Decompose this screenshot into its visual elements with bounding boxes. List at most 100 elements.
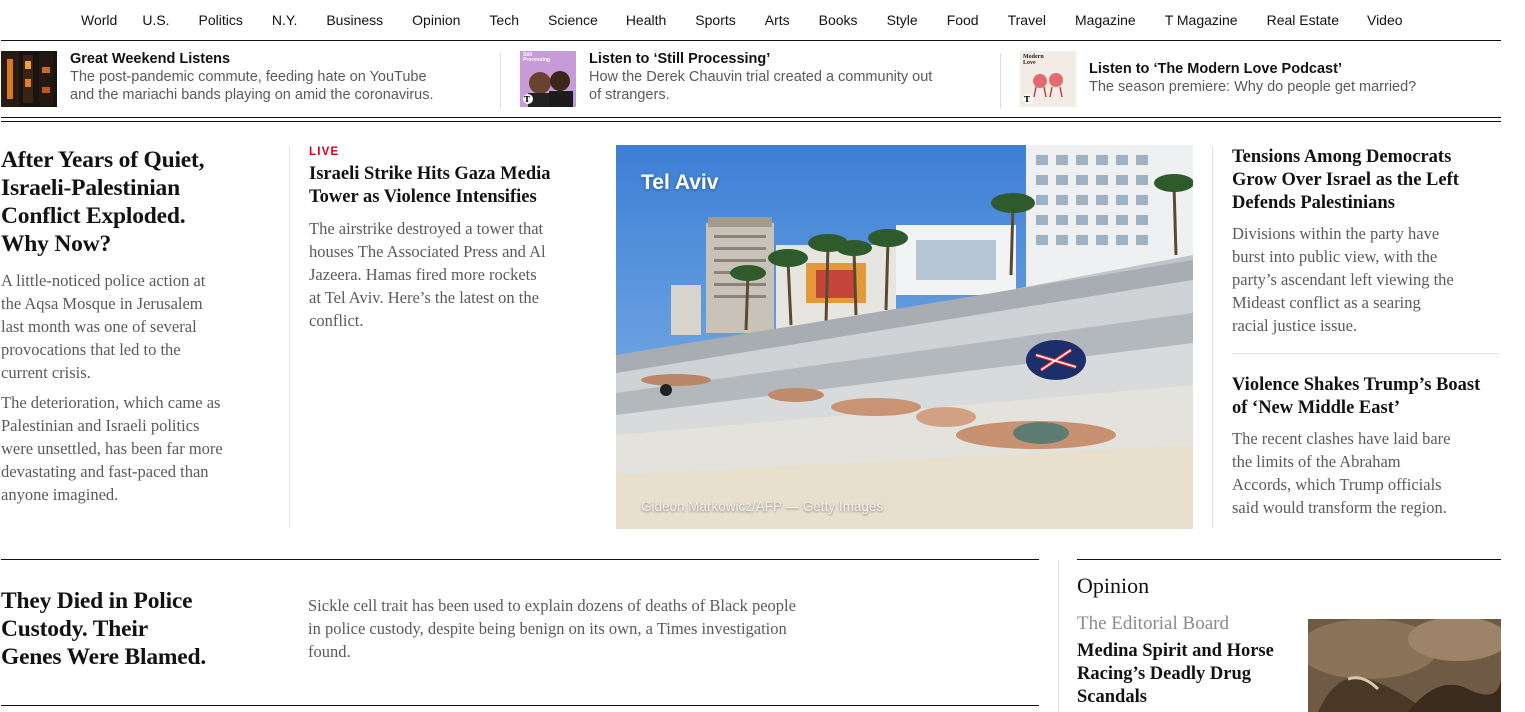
nav-item-health[interactable]: Health bbox=[626, 12, 666, 28]
podcast-desc-line: The post-pandemic commute, feeding hate … bbox=[70, 69, 427, 85]
lead-summary-line: were unsettled, has been far more bbox=[1, 439, 223, 458]
nav-item-travel[interactable]: Travel bbox=[1008, 12, 1046, 28]
live-summary: The airstrike destroyed a tower that hou… bbox=[309, 217, 604, 332]
lead-summary-line: A little-noticed police action at bbox=[1, 271, 206, 290]
opinion-thumbnail[interactable] bbox=[1308, 619, 1501, 712]
live-summary-line: The airstrike destroyed a tower that bbox=[309, 219, 544, 238]
right-summary-line: the limits of the Abraham bbox=[1232, 452, 1401, 471]
podcast-desc-line: How the Derek Chauvin trial created a co… bbox=[589, 69, 933, 85]
live-story[interactable]: LIVE Israeli Strike Hits Gaza Media Towe… bbox=[309, 146, 604, 332]
right-summary-line: Mideast conflict as a searing bbox=[1232, 293, 1421, 312]
right-headline-line: Violence Shakes Trump’s Boast bbox=[1232, 375, 1481, 395]
live-summary-line: at Tel Aviv. Here’s the latest on the bbox=[309, 288, 539, 307]
podcast-title: Listen to ‘Still Processing’ bbox=[589, 51, 771, 67]
right-headline[interactable]: Tensions Among Democrats Grow Over Israe… bbox=[1232, 146, 1504, 215]
right-headline-line: Defends Palestinians bbox=[1232, 193, 1395, 213]
second-summary-line: found. bbox=[308, 642, 351, 661]
still-processing-thumbnail: T Still Processing bbox=[520, 51, 576, 107]
opinion-heading[interactable]: Opinion bbox=[1077, 573, 1507, 599]
live-headline[interactable]: Israeli Strike Hits Gaza Media Tower as … bbox=[309, 163, 604, 209]
lead-headline-line: Israeli-Palestinian bbox=[1, 175, 180, 201]
podcast-desc-line: The season premiere: Why do people get m… bbox=[1089, 79, 1417, 95]
second-summary-line: Sickle cell trait has been used to expla… bbox=[308, 596, 796, 615]
lead-summary-line: provocations that led to the bbox=[1, 340, 181, 359]
still-processing-thumb-text: Still Processing bbox=[523, 52, 550, 63]
section-nav-list: World U.S. Politics N.Y. Business Opinio… bbox=[81, 12, 1403, 28]
section-rule bbox=[1, 705, 1039, 706]
nav-item-tech[interactable]: Tech bbox=[489, 12, 519, 28]
lead-summary-line: Palestinian and Israeli politics bbox=[1, 416, 200, 435]
nav-item-food[interactable]: Food bbox=[947, 12, 979, 28]
right-summary-line: burst into public view, with the bbox=[1232, 247, 1438, 266]
opinion-headline-line: Medina Spirit and Horse bbox=[1077, 641, 1274, 661]
podcast-divider bbox=[500, 53, 501, 109]
podcast-text: Listen to ‘Still Processing’ How the Der… bbox=[589, 51, 932, 104]
opinion-headline[interactable]: Medina Spirit and Horse Racing’s Deadly … bbox=[1077, 640, 1302, 709]
lead-summary-line: current crisis. bbox=[1, 363, 91, 382]
podcast-text: Great Weekend Listens The post-pandemic … bbox=[70, 51, 434, 104]
right-headline-line: Tensions Among Democrats bbox=[1232, 147, 1452, 167]
nav-item-sports[interactable]: Sports bbox=[695, 12, 735, 28]
lead-summary-line: the Aqsa Mosque in Jerusalem bbox=[1, 294, 203, 313]
podcast-desc-line: and the mariachi bands playing on amid t… bbox=[70, 87, 434, 103]
lead-summary-line: last month was one of several bbox=[1, 317, 197, 336]
live-badge: LIVE bbox=[309, 146, 340, 158]
nav-item-business[interactable]: Business bbox=[326, 12, 383, 28]
nav-item-opinion[interactable]: Opinion bbox=[412, 12, 460, 28]
svg-text:T: T bbox=[524, 94, 530, 104]
second-summary-line: in police custody, despite being benign … bbox=[308, 619, 787, 638]
right-summary-line: The recent clashes have laid bare bbox=[1232, 429, 1451, 448]
podcast-promo-weekend[interactable]: Great Weekend Listens The post-pandemic … bbox=[1, 51, 491, 109]
right-story-2[interactable]: Violence Shakes Trump’s Boast of ‘New Mi… bbox=[1232, 374, 1504, 519]
right-summary-line: racial justice issue. bbox=[1232, 316, 1358, 335]
nav-item-world[interactable]: World bbox=[81, 12, 117, 28]
podcast-title: Great Weekend Listens bbox=[70, 51, 231, 67]
right-summary-line: Divisions within the party have bbox=[1232, 224, 1440, 243]
lead-headline-line: Conflict Exploded. bbox=[1, 203, 186, 229]
nav-item-video[interactable]: Video bbox=[1367, 12, 1403, 28]
opinion-headline-line: Racing’s Deadly Drug bbox=[1077, 664, 1252, 684]
second-story-headline-block[interactable]: They Died in Police Custody. Their Genes… bbox=[1, 587, 281, 671]
nav-item-books[interactable]: Books bbox=[819, 12, 858, 28]
live-summary-line: Jazeera. Hamas fired more rockets bbox=[309, 265, 537, 284]
right-summary: The recent clashes have laid bare the li… bbox=[1232, 427, 1504, 519]
modern-love-thumbnail: T Modern Love bbox=[1020, 51, 1076, 107]
podcast-promo-still-processing[interactable]: T Still Processing Listen to ‘Still Proc… bbox=[520, 51, 990, 109]
nav-item-arts[interactable]: Arts bbox=[765, 12, 790, 28]
column-divider bbox=[1058, 560, 1059, 712]
live-headline-line: Tower as Violence Intensifies bbox=[309, 187, 537, 207]
right-summary-line: Accords, which Trump officials bbox=[1232, 475, 1442, 494]
column-divider bbox=[1212, 146, 1213, 528]
photo-credit: Gideon Markowicz/AFP — Getty Images bbox=[641, 499, 884, 514]
podcast-strip: Great Weekend Listens The post-pandemic … bbox=[0, 41, 1525, 121]
right-headline[interactable]: Violence Shakes Trump’s Boast of ‘New Mi… bbox=[1232, 374, 1504, 420]
podcast-divider bbox=[1000, 53, 1001, 109]
lead-story[interactable]: After Years of Quiet, Israeli-Palestinia… bbox=[1, 146, 273, 506]
lead-photo[interactable]: Tel Aviv Gideon Markowicz/AFP — Getty Im… bbox=[616, 145, 1193, 529]
second-headline-line: They Died in Police bbox=[1, 588, 193, 614]
nav-item-t-magazine[interactable]: T Magazine bbox=[1165, 12, 1238, 28]
lead-summary: A little-noticed police action at the Aq… bbox=[1, 269, 273, 384]
second-story-summary: Sickle cell trait has been used to expla… bbox=[308, 594, 908, 663]
podcast-thumbnail bbox=[1, 51, 57, 107]
lead-headline-line: Why Now? bbox=[1, 231, 112, 257]
story-divider bbox=[1232, 353, 1500, 354]
lead-headline[interactable]: After Years of Quiet, Israeli-Palestinia… bbox=[1, 146, 273, 258]
nav-item-us[interactable]: U.S. bbox=[142, 12, 169, 28]
nav-item-politics[interactable]: Politics bbox=[199, 12, 243, 28]
nav-item-real-estate[interactable]: Real Estate bbox=[1267, 12, 1339, 28]
podcast-title: Listen to ‘The Modern Love Podcast’ bbox=[1089, 61, 1342, 77]
nav-item-magazine[interactable]: Magazine bbox=[1075, 12, 1136, 28]
opinion-headline-line: Scandals bbox=[1077, 687, 1147, 707]
live-summary-line: houses The Associated Press and Al bbox=[309, 242, 546, 261]
live-headline-line: Israeli Strike Hits Gaza Media bbox=[309, 164, 551, 184]
right-summary-line: party’s ascendant left viewing the bbox=[1232, 270, 1454, 289]
nav-item-style[interactable]: Style bbox=[887, 12, 918, 28]
nav-item-science[interactable]: Science bbox=[548, 12, 598, 28]
second-headline[interactable]: They Died in Police Custody. Their Genes… bbox=[1, 587, 281, 671]
lead-headline-line: After Years of Quiet, bbox=[1, 147, 205, 173]
nav-item-ny[interactable]: N.Y. bbox=[272, 12, 297, 28]
podcast-promo-modern-love[interactable]: T Modern Love Listen to ‘The Modern Love… bbox=[1020, 51, 1500, 109]
right-story-1[interactable]: Tensions Among Democrats Grow Over Israe… bbox=[1232, 146, 1504, 337]
tel-aviv-photo bbox=[616, 145, 1193, 529]
